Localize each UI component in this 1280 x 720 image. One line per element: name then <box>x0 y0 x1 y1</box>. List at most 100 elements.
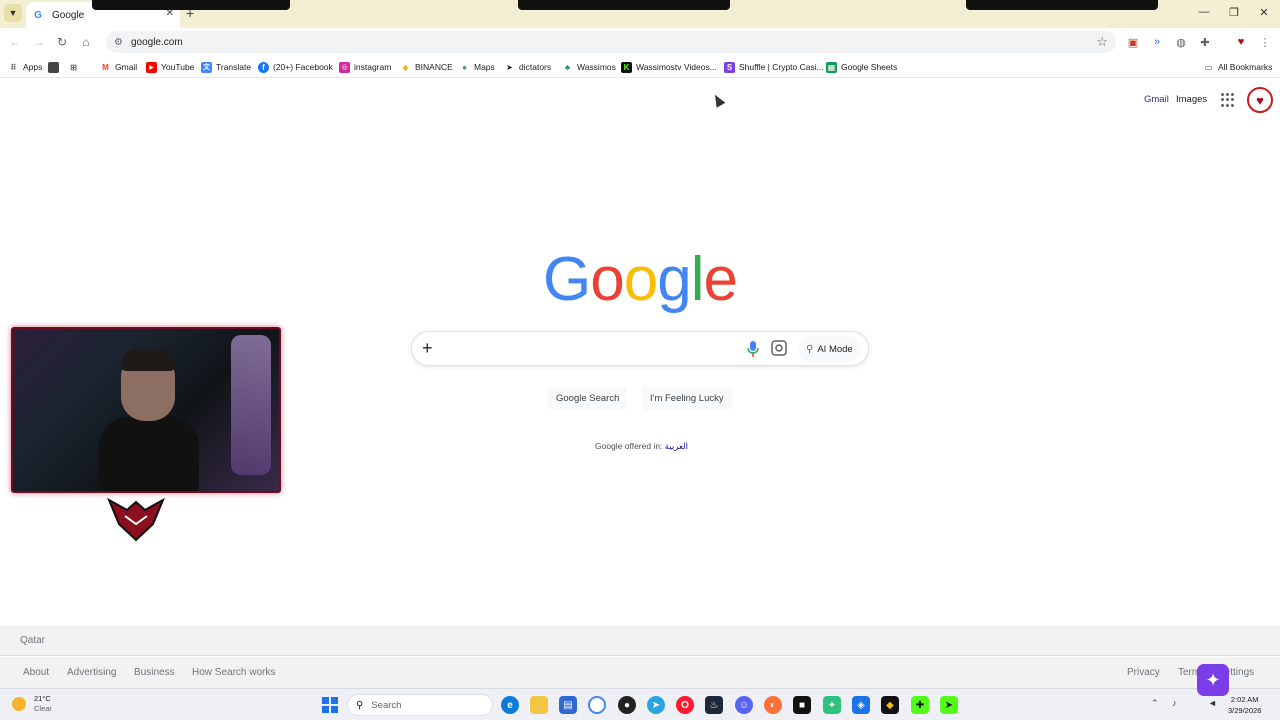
edge-icon[interactable]: e <box>501 696 519 714</box>
search-icon: ⚲ <box>356 699 364 711</box>
youtube-icon: ▶ <box>146 61 157 73</box>
square-icon <box>48 61 59 73</box>
bookmark-folder[interactable] <box>48 60 63 74</box>
privacy-link[interactable]: Privacy <box>1127 667 1160 678</box>
language-link[interactable]: العربية <box>665 441 688 451</box>
sheets-icon: ▦ <box>826 61 837 73</box>
clock[interactable]: 2:02 AM 3/29/2026 <box>1228 694 1261 716</box>
bookmark-sheets[interactable]: ▦ Google Sheets <box>826 60 897 74</box>
instagram-icon: ◎ <box>339 61 350 73</box>
bookmark-label: Wassimostv Videos... <box>636 62 717 72</box>
chevron-up-icon[interactable]: ⌃ <box>1151 698 1159 709</box>
extension-icon[interactable]: » <box>1149 34 1165 50</box>
obs-icon[interactable]: ● <box>618 696 636 714</box>
taskbar: 21°C Clear ⚲ Search e ▤ ● ➤ O ♨ ☺ ◐ ■ ✦ … <box>0 688 1280 720</box>
url-text: google.com <box>130 36 183 48</box>
avatar[interactable]: ♥ <box>1247 87 1273 113</box>
binance-icon: ◆ <box>402 62 409 72</box>
maps-icon: ● <box>462 62 467 72</box>
bookmark-label: Shuffle | Crypto Casi... <box>739 62 824 72</box>
microphone-icon[interactable] <box>746 340 760 358</box>
stream-overlay-badge-icon: ✦ <box>1197 664 1229 696</box>
google-logo: Google <box>543 245 738 314</box>
google-favicon-icon: G <box>34 9 42 21</box>
google-search-button[interactable]: Google Search <box>548 386 628 410</box>
windows-start-icon[interactable] <box>322 697 338 713</box>
close-window-icon[interactable]: ✕ <box>1254 6 1274 19</box>
menu-kebab-icon[interactable]: ⋮ <box>1257 34 1273 50</box>
bookmark-wassimos[interactable]: ♣ Wassimos <box>562 60 616 74</box>
telegram-icon[interactable]: ➤ <box>647 696 665 714</box>
bookmark-translate[interactable]: 文 Translate <box>201 60 251 74</box>
bookmark-facebook[interactable]: f (20+) Facebook <box>258 60 333 74</box>
home-icon[interactable]: ⌂ <box>78 34 94 50</box>
stream-banner <box>92 0 290 10</box>
tab-search-button[interactable]: ▼ <box>4 4 22 22</box>
bookmark-label: Apps <box>23 62 43 72</box>
webcam-overlay <box>11 327 281 493</box>
bookmark-shuffle[interactable]: S Shuffle | Crypto Casi... <box>724 60 824 74</box>
bookmark-label: (20+) Facebook <box>273 62 333 72</box>
all-bookmarks[interactable]: ▭ All Bookmarks <box>1203 60 1273 74</box>
bookmark-apps[interactable]: ⠿ Apps <box>8 60 42 74</box>
extension-icon[interactable]: ◍ <box>1173 34 1189 50</box>
extension-icon[interactable]: ▣ <box>1125 34 1141 50</box>
address-bar[interactable]: ⚙ google.com ☆ <box>106 31 1116 53</box>
app-icon[interactable]: ◈ <box>852 696 870 714</box>
profile-icon[interactable]: ♥ <box>1233 34 1249 50</box>
capcut-icon[interactable]: ■ <box>793 696 811 714</box>
streamer-logo-icon <box>107 497 165 542</box>
store-icon[interactable]: ▤ <box>559 696 577 714</box>
binance-app-icon[interactable]: ◆ <box>881 696 899 714</box>
leaf-icon: ♣ <box>564 62 571 72</box>
steam-icon[interactable]: ♨ <box>705 696 723 714</box>
minimize-icon[interactable]: — <box>1194 6 1214 18</box>
bookmark-dictators[interactable]: ➤ dictators <box>504 60 551 74</box>
moon-icon <box>12 697 26 711</box>
stream-banner <box>518 0 730 10</box>
advertising-link[interactable]: Advertising <box>67 667 116 678</box>
search-input[interactable]: + ⚲ AI Mode <box>411 331 869 366</box>
google-apps-icon[interactable] <box>1221 93 1235 107</box>
gmail-icon: M <box>102 62 109 72</box>
taskbar-search[interactable]: ⚲ Search <box>347 694 493 716</box>
discord-icon[interactable]: ☺ <box>735 696 753 714</box>
app-icon[interactable]: ✦ <box>823 696 841 714</box>
tab-title: Google <box>52 9 85 21</box>
chevron-down-icon: ▼ <box>8 8 18 18</box>
bookmark-grid[interactable]: ⊞ <box>68 60 83 74</box>
bookmark-gmail[interactable]: M Gmail <box>100 60 137 74</box>
extensions-puzzle-icon[interactable]: ✚ <box>1197 34 1213 50</box>
stream-banner <box>966 0 1158 10</box>
bookmark-star-icon[interactable]: ☆ <box>1096 34 1108 50</box>
business-link[interactable]: Business <box>134 667 175 678</box>
restore-icon[interactable]: ❐ <box>1224 6 1244 19</box>
images-link[interactable]: Images <box>1176 94 1207 105</box>
reload-icon[interactable]: ↻ <box>54 34 70 50</box>
app-icon[interactable]: ✚ <box>911 696 929 714</box>
back-icon[interactable]: ← <box>7 34 23 50</box>
gmail-link[interactable]: Gmail <box>1144 94 1169 105</box>
camera-lens-icon[interactable] <box>771 340 787 356</box>
shuffle-icon: S <box>724 61 735 73</box>
forward-icon[interactable]: → <box>31 34 47 50</box>
feeling-lucky-button[interactable]: I'm Feeling Lucky <box>642 386 732 410</box>
file-explorer-icon[interactable] <box>530 696 548 714</box>
ai-mode-button[interactable]: ⚲ AI Mode <box>798 336 861 362</box>
weather-widget[interactable]: 21°C Clear <box>12 694 52 714</box>
firefox-icon[interactable]: ◐ <box>764 696 782 714</box>
app-icon[interactable]: ➤ <box>940 696 958 714</box>
how-search-works-link[interactable]: How Search works <box>192 667 275 678</box>
add-icon[interactable]: + <box>422 338 433 359</box>
site-info-icon[interactable]: ⚙ <box>114 37 123 48</box>
mic-tray-icon[interactable]: ♪ <box>1172 698 1177 708</box>
bookmark-binance[interactable]: ◆ BINANCE <box>400 60 452 74</box>
bookmark-maps[interactable]: ● Maps <box>459 60 495 74</box>
opera-icon[interactable]: O <box>676 696 694 714</box>
volume-icon[interactable]: ◄ <box>1208 698 1217 708</box>
chrome-icon[interactable] <box>588 696 606 714</box>
bookmark-youtube[interactable]: ▶ YouTube <box>146 60 194 74</box>
bookmark-instagram[interactable]: ◎ instagram <box>339 60 391 74</box>
about-link[interactable]: About <box>23 667 49 678</box>
bookmark-kick[interactable]: K Wassimostv Videos... <box>621 60 717 74</box>
